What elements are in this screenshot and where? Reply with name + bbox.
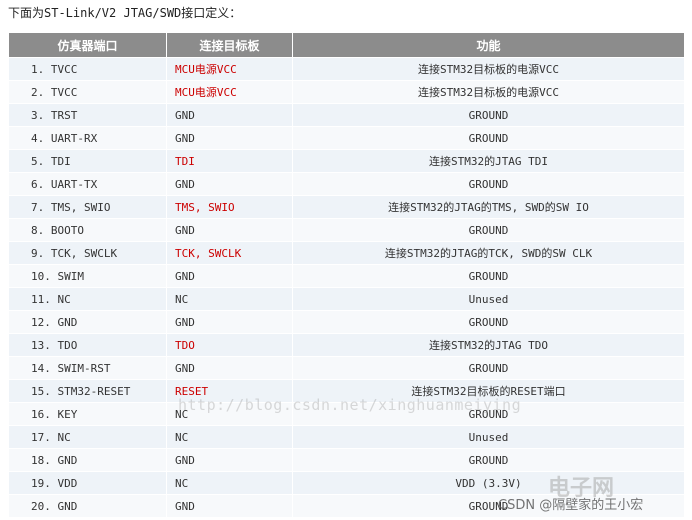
cell-target: TMS, SWIO <box>166 195 293 219</box>
table-row: 2. TVCC MCU电源VCC 连接STM32目标板的电源VCC <box>8 80 685 104</box>
cell-port: 18. GND <box>8 448 167 472</box>
cell-port: 2. TVCC <box>8 80 167 104</box>
table-row: 15. STM32-RESET RESET 连接STM32目标板的RESET端口 <box>8 379 685 403</box>
cell-port: 5. TDI <box>8 149 167 173</box>
cell-function: GROUND <box>292 103 685 127</box>
cell-target: GND <box>166 103 293 127</box>
cell-port: 20. GND <box>8 494 167 518</box>
table-row: 8. BOOTO GND GROUND <box>8 218 685 242</box>
cell-port: 3. TRST <box>8 103 167 127</box>
cell-function: 连接STM32的JTAG TDO <box>292 333 685 357</box>
table-row: 11. NC NC Unused <box>8 287 685 311</box>
table-row: 6. UART-TX GND GROUND <box>8 172 685 196</box>
cell-target: GND <box>166 264 293 288</box>
cell-function: Unused <box>292 425 685 449</box>
table-row: 18. GND GND GROUND <box>8 448 685 472</box>
cell-port: 7. TMS, SWIO <box>8 195 167 219</box>
cell-port: 1. TVCC <box>8 57 167 81</box>
cell-port: 17. NC <box>8 425 167 449</box>
table-row: 10. SWIM GND GROUND <box>8 264 685 288</box>
cell-port: 4. UART-RX <box>8 126 167 150</box>
cell-target: TCK, SWCLK <box>166 241 293 265</box>
cell-function: GROUND <box>292 264 685 288</box>
table-body: 1. TVCC MCU电源VCC 连接STM32目标板的电源VCC 2. TVCC MC… <box>8 57 685 518</box>
table-row: 5. TDI TDI 连接STM32的JTAG TDI <box>8 149 685 173</box>
csdn-credit: CSDN @隔壁家的王小宏 <box>498 498 644 513</box>
cell-target: GND <box>166 448 293 472</box>
cell-function: 连接STM32目标板的电源VCC <box>292 57 685 81</box>
cell-target: NC <box>166 402 293 426</box>
table-row: 7. TMS, SWIO TMS, SWIO 连接STM32的JTAG的TMS, S… <box>8 195 685 219</box>
cell-target: GND <box>166 356 293 380</box>
cell-target: MCU电源VCC <box>166 80 293 104</box>
cell-port: 12. GND <box>8 310 167 334</box>
cell-port: 13. TDO <box>8 333 167 357</box>
table-row: 1. TVCC MCU电源VCC 连接STM32目标板的电源VCC <box>8 57 685 81</box>
cell-target: GND <box>166 494 293 518</box>
cell-function: GROUND <box>292 218 685 242</box>
cell-function: 连接STM32目标板的RESET端口 <box>292 379 685 403</box>
table-row: 16. KEY NC GROUND <box>8 402 685 426</box>
cell-function: GROUND <box>292 402 685 426</box>
cell-function: GROUND <box>292 126 685 150</box>
cell-function: 连接STM32的JTAG TDI <box>292 149 685 173</box>
cell-target: TDI <box>166 149 293 173</box>
table-row: 4. UART-RX GND GROUND <box>8 126 685 150</box>
header-target: 连接目标板 <box>166 32 293 58</box>
cell-function: VDD (3.3V) <box>292 471 685 495</box>
cell-target: GND <box>166 310 293 334</box>
table-row: 12. GND GND GROUND <box>8 310 685 334</box>
cell-function: 连接STM32目标板的电源VCC <box>292 80 685 104</box>
cell-target: NC <box>166 471 293 495</box>
cell-target: RESET <box>166 379 293 403</box>
cell-port: 8. BOOTO <box>8 218 167 242</box>
cell-port: 14. SWIM-RST <box>8 356 167 380</box>
table-row: 3. TRST GND GROUND <box>8 103 685 127</box>
cell-function: GROUND <box>292 448 685 472</box>
header-function: 功能 <box>292 32 685 58</box>
cell-target: GND <box>166 172 293 196</box>
cell-target: GND <box>166 218 293 242</box>
cell-port: 9. TCK, SWCLK <box>8 241 167 265</box>
cell-port: 19. VDD <box>8 471 167 495</box>
cell-target: TDO <box>166 333 293 357</box>
table-row: 9. TCK, SWCLK TCK, SWCLK 连接STM32的JTAG的TCK,… <box>8 241 685 265</box>
cell-function: GROUND <box>292 356 685 380</box>
cell-port: 16. KEY <box>8 402 167 426</box>
cell-target: MCU电源VCC <box>166 57 293 81</box>
cell-function: GROUND <box>292 172 685 196</box>
intro-text: 下面为ST-Link/V2 JTAG/SWD接口定义： <box>8 6 242 20</box>
cell-function: 连接STM32的JTAG的TMS, SWD的SW IO <box>292 195 685 219</box>
header-port: 仿真器端口 <box>8 32 167 58</box>
cell-port: 11. NC <box>8 287 167 311</box>
table-row: 13. TDO TDO 连接STM32的JTAG TDO <box>8 333 685 357</box>
cell-port: 10. SWIM <box>8 264 167 288</box>
cell-port: 6. UART-TX <box>8 172 167 196</box>
cell-target: NC <box>166 287 293 311</box>
table-row: 17. NC NC Unused <box>8 425 685 449</box>
cell-function: 连接STM32的JTAG的TCK, SWD的SW CLK <box>292 241 685 265</box>
cell-function: GROUND <box>292 310 685 334</box>
table-header-row: 仿真器端口 连接目标板 功能 <box>8 32 685 58</box>
cell-function: Unused <box>292 287 685 311</box>
pinout-table: 仿真器端口 连接目标板 功能 1. TVCC MCU电源VCC 连接STM32目标板… <box>8 32 685 518</box>
cell-target: NC <box>166 425 293 449</box>
cell-target: GND <box>166 126 293 150</box>
table-row: 14. SWIM-RST GND GROUND <box>8 356 685 380</box>
cell-port: 15. STM32-RESET <box>8 379 167 403</box>
